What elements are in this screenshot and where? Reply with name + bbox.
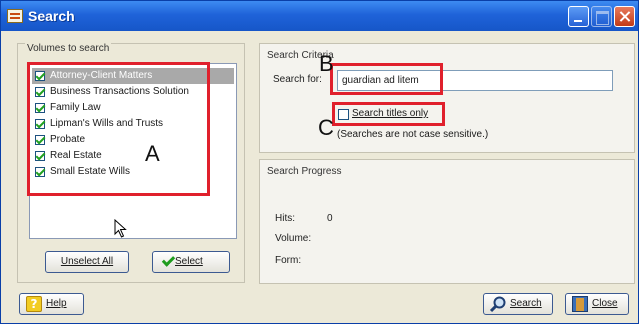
app-icon	[7, 9, 23, 23]
close-button[interactable]: Close	[565, 293, 629, 315]
help-button[interactable]: ? Help	[19, 293, 84, 315]
door-icon	[572, 296, 588, 312]
help-label: Help	[46, 298, 67, 309]
search-progress-panel: Search Progress	[259, 159, 635, 284]
annotation-box-b	[330, 63, 443, 95]
hits-value: 0	[327, 213, 333, 224]
magnifier-icon	[489, 296, 506, 313]
search-label: Search	[510, 298, 542, 309]
annotation-box-c	[332, 102, 445, 126]
check-icon	[161, 253, 176, 267]
volume-label: Volume:	[275, 233, 312, 244]
close-icon[interactable]	[614, 6, 635, 27]
minimize-icon[interactable]	[568, 6, 589, 27]
select-label: Select	[175, 256, 203, 267]
search-dialog: Search Volumes to search Attorney-Client…	[0, 0, 639, 324]
maximize-icon[interactable]	[591, 6, 612, 27]
unselect-all-button[interactable]: Unselect All	[45, 251, 129, 273]
search-progress-title: Search Progress	[267, 166, 342, 177]
hits-label: Hits:	[275, 213, 295, 224]
select-button[interactable]: Select	[152, 251, 230, 273]
annotation-box-a	[27, 62, 210, 196]
title-bar: Search	[1, 1, 638, 31]
window-title: Search	[28, 8, 75, 24]
question-mark-icon: ?	[26, 296, 42, 312]
annotation-label-c: C	[318, 115, 334, 140]
annotation-label-a: A	[145, 141, 160, 166]
form-label: Form:	[275, 255, 302, 266]
search-for-label: Search for:	[273, 74, 322, 85]
volumes-caption: Volumes to search	[25, 43, 112, 54]
unselect-all-label: Unselect All	[60, 256, 114, 267]
annotation-label-b: B	[319, 51, 334, 76]
mouse-pointer-icon	[114, 219, 127, 238]
search-button[interactable]: Search	[483, 293, 553, 315]
close-label: Close	[592, 298, 618, 309]
case-sensitivity-note: (Searches are not case sensitive.)	[337, 129, 489, 140]
